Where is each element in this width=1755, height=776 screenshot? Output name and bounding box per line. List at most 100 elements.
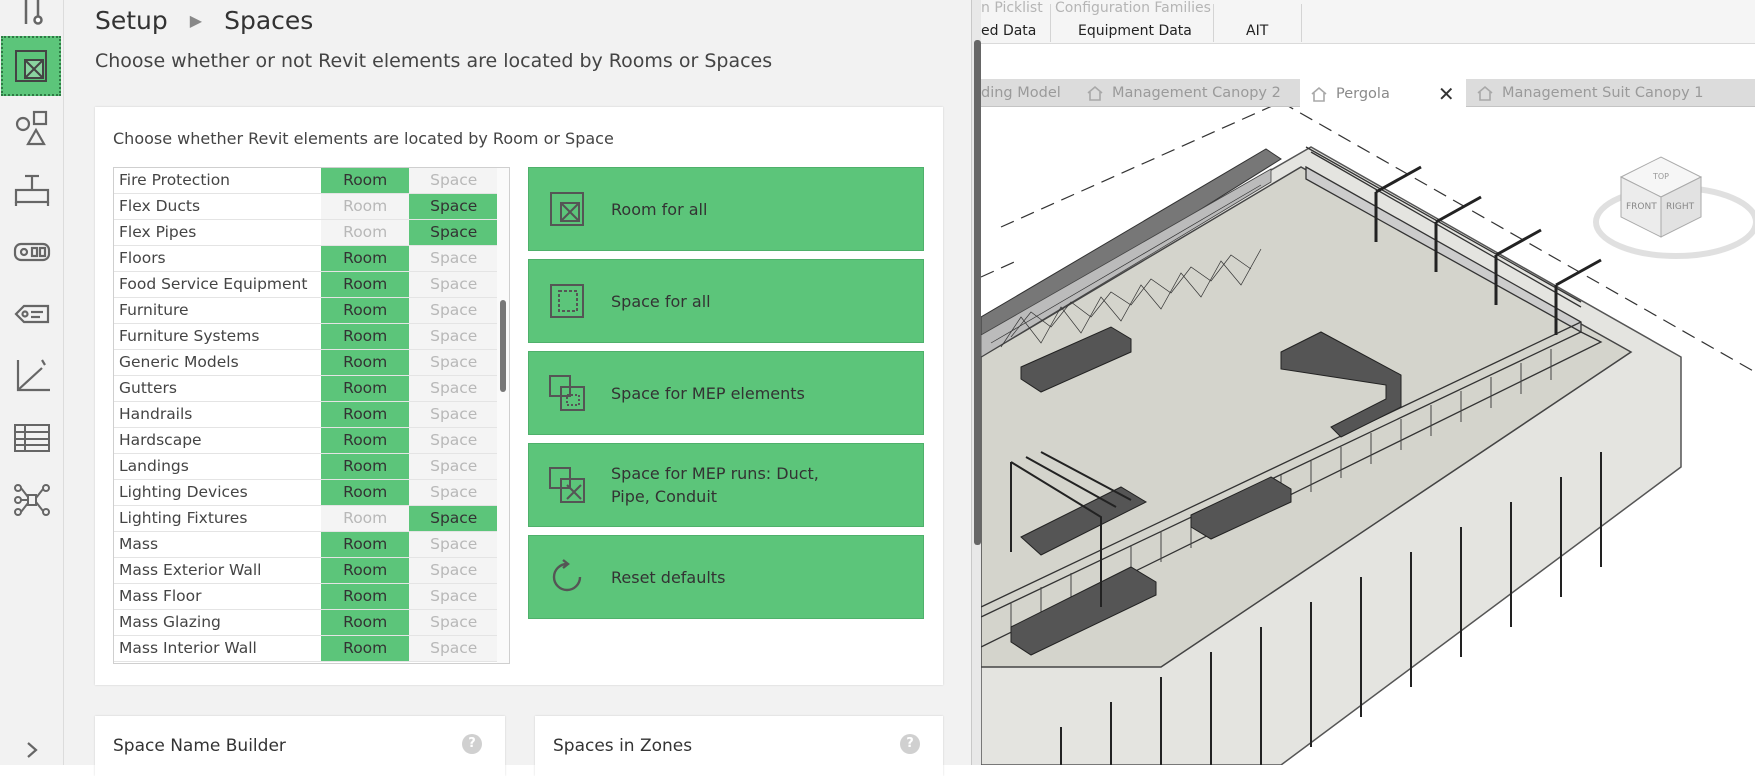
view-tab-label: ding Model — [981, 85, 1061, 101]
ribbon-tab[interactable]: AIT — [1246, 23, 1268, 39]
table-icon[interactable] — [0, 408, 64, 468]
action-button-reset-defaults[interactable]: Reset defaults — [528, 535, 924, 619]
view-tab-active[interactable]: Pergola ✕ — [1300, 79, 1466, 108]
action-button-label: Room for all — [611, 199, 708, 219]
action-button-room-for-all[interactable]: Room for all — [528, 167, 924, 251]
space-toggle[interactable]: Space — [409, 428, 498, 453]
help-icon[interactable]: ? — [900, 734, 920, 754]
category-name: Lighting Devices — [119, 483, 248, 501]
space-toggle[interactable]: Space — [409, 480, 498, 505]
space-toggle[interactable]: Space — [409, 532, 498, 557]
category-list: Fire Protection Room Space Flex Ducts Room Sp… — [113, 167, 510, 664]
space-toggle[interactable]: Space — [409, 454, 498, 479]
space-toggle[interactable]: Space — [409, 506, 498, 531]
space-toggle[interactable]: Space — [409, 402, 498, 427]
room-toggle[interactable]: Room — [320, 428, 410, 453]
viewcube-top-label: TOP — [1652, 172, 1669, 181]
ribbon-tab[interactable]: ed Data — [981, 23, 1036, 39]
space-toggle[interactable]: Space — [409, 610, 498, 635]
space-toggle[interactable]: Space — [409, 376, 498, 401]
ribbon-tab[interactable]: Equipment Data — [1078, 23, 1192, 39]
room-toggle[interactable]: Room — [320, 480, 410, 505]
home-icon — [1477, 85, 1493, 101]
card-title: Choose whether Revit elements are locate… — [113, 129, 614, 148]
room-space-icon[interactable] — [1, 36, 61, 96]
space-toggle[interactable]: Space — [409, 220, 498, 245]
space-toggle[interactable]: Space — [409, 584, 498, 609]
axis-chart-icon[interactable] — [0, 346, 64, 406]
action-button-space-for-mep-elements[interactable]: Space for MEP elements — [528, 351, 924, 435]
setup-panel: Setup ▶ Spaces Choose whether or not Rev… — [64, 0, 971, 776]
space-toggle[interactable]: Space — [409, 350, 498, 375]
page-title: Spaces — [224, 6, 314, 35]
category-row: Mass Room Space — [114, 532, 498, 558]
category-name: Mass Glazing — [119, 613, 221, 631]
category-name: Mass Interior Wall — [119, 639, 257, 657]
breadcrumb-separator: ▶ — [189, 11, 203, 30]
category-list-scrollbar[interactable] — [497, 168, 509, 663]
ribbon-separator — [1213, 4, 1214, 42]
room-toggle[interactable]: Room — [320, 220, 410, 245]
space-toggle[interactable]: Space — [409, 168, 498, 193]
category-name: Lighting Fixtures — [119, 509, 248, 527]
room-toggle[interactable]: Room — [320, 272, 410, 297]
space-toggle[interactable]: Space — [409, 194, 498, 219]
room-toggle[interactable]: Room — [320, 194, 410, 219]
space-toggle[interactable]: Space — [409, 636, 498, 661]
space-toggle[interactable]: Space — [409, 298, 498, 323]
view-tab[interactable]: Management Suit Canopy 1 — [1466, 79, 1704, 107]
room-toggle[interactable]: Room — [320, 636, 410, 661]
category-name: Mass — [119, 535, 159, 553]
panel-scrollbar[interactable] — [974, 40, 981, 545]
room-toggle[interactable]: Room — [320, 376, 410, 401]
network-icon[interactable] — [0, 470, 64, 530]
action-button-label: Space for all — [611, 291, 711, 311]
category-name: Fire Protection — [119, 171, 231, 189]
space-toggle[interactable]: Space — [409, 558, 498, 583]
room-toggle[interactable]: Room — [320, 402, 410, 427]
viewcube[interactable]: TOP FRONT RIGHT — [1593, 156, 1755, 259]
breadcrumb: Setup ▶ Spaces — [95, 6, 313, 35]
room-toggle[interactable]: Room — [320, 168, 410, 193]
room-toggle[interactable]: Room — [320, 324, 410, 349]
room-toggle[interactable]: Room — [320, 610, 410, 635]
room-toggle[interactable]: Room — [320, 558, 410, 583]
action-button-label: Space for MEP runs: Duct, Pipe, Conduit — [611, 464, 819, 506]
action-button-space-for-all[interactable]: Space for all — [528, 259, 924, 343]
view-tab-label: Pergola — [1336, 85, 1390, 102]
space-toggle[interactable]: Space — [409, 324, 498, 349]
help-icon[interactable]: ? — [462, 734, 482, 754]
room-toggle[interactable]: Room — [320, 584, 410, 609]
action-button-space-for-mep-runs-duct-pipe-conduit[interactable]: Space for MEP runs: Duct, Pipe, Conduit — [528, 443, 924, 527]
mep-runs-icon — [547, 465, 587, 505]
category-list-scroll-thumb[interactable] — [500, 300, 506, 392]
room-toggle[interactable]: Room — [320, 246, 410, 271]
shapes-icon[interactable] — [0, 98, 64, 158]
category-row: Mass Exterior Wall Room Space — [114, 558, 498, 584]
space-toggle[interactable]: Space — [409, 246, 498, 271]
view-tab[interactable]: Management Canopy 2 — [1086, 79, 1281, 107]
3d-viewport[interactable]: TOP FRONT RIGHT — [981, 107, 1755, 765]
space-name-builder-title: Space Name Builder — [113, 736, 286, 756]
category-row: Generic Models Room Space — [114, 350, 498, 376]
category-row: Handrails Room Space — [114, 402, 498, 428]
room-toggle[interactable]: Room — [320, 506, 410, 531]
category-row: Mass Glazing Room Space — [114, 610, 498, 636]
room-toggle[interactable]: Room — [320, 532, 410, 557]
breadcrumb-root[interactable]: Setup — [95, 6, 168, 35]
room-toggle[interactable]: Room — [320, 454, 410, 479]
view-tab[interactable]: ding Model — [981, 79, 1061, 107]
category-name: Flex Ducts — [119, 197, 201, 215]
tags-icon[interactable] — [0, 222, 64, 282]
space-toggle[interactable]: Space — [409, 272, 498, 297]
room-toggle[interactable]: Room — [320, 298, 410, 323]
equipment-icon[interactable] — [0, 160, 64, 220]
view-tab-label: Management Canopy 2 — [1112, 85, 1281, 101]
ribbon-band — [981, 45, 1755, 79]
chevron-right-icon[interactable] — [22, 740, 42, 760]
room-toggle[interactable]: Room — [320, 350, 410, 375]
close-icon[interactable]: ✕ — [1438, 82, 1455, 106]
label-icon[interactable] — [0, 284, 64, 344]
category-row: Floors Room Space — [114, 246, 498, 272]
ribbon-faded-label: Configuration Families — [1055, 0, 1211, 16]
